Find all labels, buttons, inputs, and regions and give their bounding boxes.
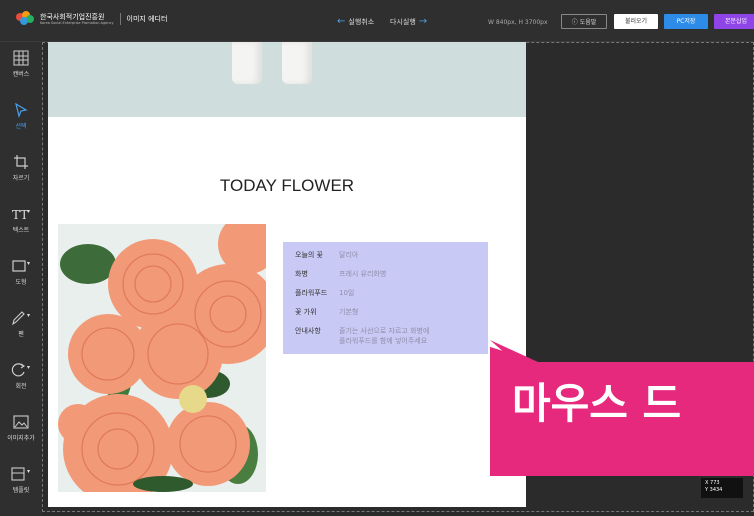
logo-icon [14,10,36,28]
coord-y: Y 3434 [705,487,723,493]
info-row: 오늘의 꽃 달리아 [295,250,358,260]
info-row: 꽃 가위 기본형 [295,307,358,317]
svg-text:▾: ▾ [27,312,30,319]
mouse-drag-callout: 마우스 드 [468,340,754,476]
tool-crop-label: 자르기 [12,175,30,182]
tool-add-image[interactable]: 이미지추가 [0,414,42,442]
grid-icon [13,50,29,66]
tool-select-label: 선택 [15,123,27,130]
logo: 한국사회적기업진흥원 Korea Social Enterprise Promo… [14,10,167,28]
info-value: 기본형 [339,308,359,316]
load-button[interactable]: 불러오기 [614,14,658,29]
info-value: 프레시 유리화병 [339,270,387,278]
info-value: 10일 [339,289,355,297]
tool-template-label: 템플릿 [12,487,30,494]
template-icon: ▾ [11,467,30,481]
tool-template[interactable]: ▾ 템플릿 [0,466,42,494]
rectangle-icon: ▾ [12,260,30,272]
banner-image[interactable] [48,42,526,117]
info-value-line2: 플라워푸드를 함께 넣어주세요 [339,337,428,345]
bottle-right [282,42,312,84]
info-value: 줄기는 사선으로 자르고 화병에 [339,327,430,335]
info-key: 오늘의 꽃 [295,251,323,259]
help-icon: ⓘ [571,19,578,26]
svg-text:▾: ▾ [27,364,30,371]
info-row: 플라워푸드 10일 [295,288,354,298]
tool-canvas-label: 캔버스 [12,71,30,78]
help-label: 도움말 [579,19,597,26]
tool-shape[interactable]: ▾ 도형 [0,258,42,286]
app-name: 이미지 에디터 [126,15,168,23]
help-button[interactable]: ⓘ 도움말 [561,14,607,29]
callout-text: 마우스 드 [512,379,682,428]
svg-text:▾: ▾ [27,208,30,215]
org-name: 한국사회적기업진흥원 [40,13,105,21]
redo-button[interactable]: 다시실행 → [390,16,430,27]
tool-rotate[interactable]: ▾ 회전 [0,362,42,390]
tool-add-image-label: 이미지추가 [7,435,35,442]
undo-button[interactable]: ← 실행취소 [334,16,374,27]
tool-pen-label: 펜 [18,331,24,338]
rotate-icon: ▾ [11,363,30,377]
info-value: 달리아 [339,251,359,259]
save-pc-button[interactable]: PC저장 [664,14,708,29]
divider [119,13,121,25]
canvas-dimensions: W 840px, H 3700px [488,19,548,26]
undo-label: 실행취소 [348,17,375,26]
insert-button[interactable]: 본문삽입 [714,14,754,29]
image-icon [13,415,29,429]
tool-crop[interactable]: 자르기 [0,154,42,182]
tool-rotate-label: 회전 [15,383,27,390]
tool-text-label: 텍스트 [12,227,30,234]
tool-text[interactable]: TT ▾ 텍스트 [0,206,42,234]
arrow-left-icon: ← [337,16,346,27]
dahlia-image [58,224,266,492]
svg-text:▾: ▾ [27,468,30,475]
info-key: 플라워푸드 [295,289,328,297]
tool-shape-label: 도형 [15,279,27,286]
crop-icon [14,155,28,169]
redo-label: 다시실행 [390,17,416,26]
info-key: 꽃 가위 [295,308,317,316]
org-sub: Korea Social Enterprise Promotion Agency [40,21,114,25]
svg-text:▾: ▾ [27,260,30,267]
cursor-coordinates: X 773 Y 3434 [701,478,743,498]
tool-select[interactable]: 선택 [0,102,42,130]
coord-x: X 773 [705,480,720,486]
top-toolbar: 한국사회적기업진흥원 Korea Social Enterprise Promo… [0,0,754,42]
info-key: 안내사항 [295,327,321,335]
text-icon: TT▾ [12,208,30,222]
svg-text:TT: TT [12,208,28,222]
flower-photo[interactable] [58,224,266,492]
cursor-icon [15,102,28,118]
info-row: 화병 프레시 유리화병 [295,269,386,279]
editor-page[interactable]: TODAY FLOWER 오늘의 꽃 달리아 화병 프레시 유리화병 플라워푸드… [48,42,526,507]
info-table[interactable]: 오늘의 꽃 달리아 화병 프레시 유리화병 플라워푸드 10일 꽃 가위 기본형… [283,242,488,354]
page-title[interactable]: TODAY FLOWER [48,176,526,196]
info-row: 안내사항 줄기는 사선으로 자르고 화병에 플라워푸드를 함께 넣어주세요 [295,326,429,346]
tool-canvas[interactable]: 캔버스 [0,50,42,78]
pen-icon: ▾ [12,311,30,326]
tool-pen[interactable]: ▾ 펜 [0,310,42,338]
info-key: 화병 [295,270,308,278]
left-toolbar: 캔버스 선택 자르기 TT ▾ 텍스트 ▾ 도형 ▾ 펜 ▾ 회전 이미지추가 ▾… [0,42,42,516]
arrow-right-icon: → [418,16,428,27]
bottle-left [232,42,262,84]
